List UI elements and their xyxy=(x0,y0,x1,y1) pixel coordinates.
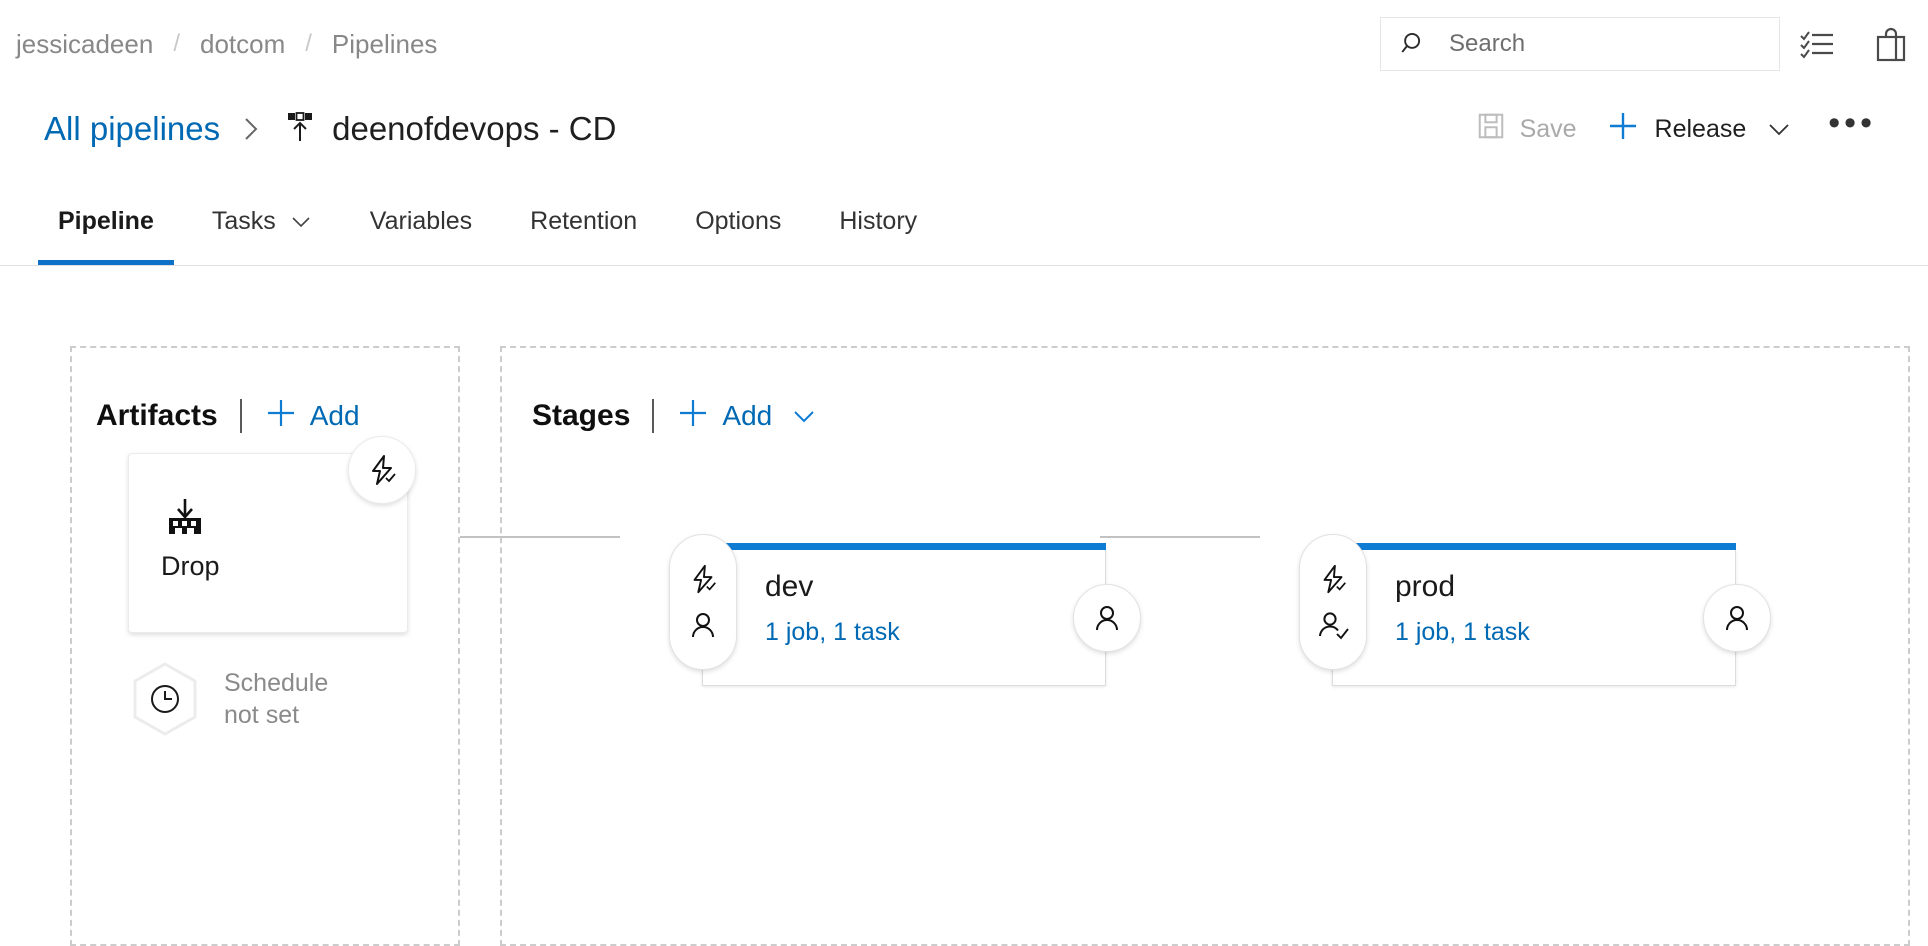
person-icon[interactable] xyxy=(687,602,719,648)
schedule-status: Schedule not set xyxy=(224,667,328,731)
page-title: deenofdevops - CD xyxy=(332,110,617,147)
artifacts-panel-header: Artifacts Add xyxy=(96,396,360,435)
pipeline-editor-canvas: Artifacts Add Drop Schedule not set Stag… xyxy=(0,266,1928,946)
tab-retention-label: Retention xyxy=(530,207,638,235)
plus-icon xyxy=(1605,108,1641,151)
continuous-deployment-trigger-icon[interactable] xyxy=(686,556,720,602)
all-pipelines-link[interactable]: All pipelines xyxy=(44,110,220,148)
stage-prod-pre-conditions[interactable] xyxy=(1299,534,1367,670)
stage-prod-post-approval[interactable] xyxy=(1703,584,1771,652)
tasks-checklist-icon[interactable] xyxy=(1780,7,1854,81)
tab-pipeline[interactable]: Pipeline xyxy=(38,178,174,265)
save-floppy-icon xyxy=(1476,111,1506,148)
plus-icon xyxy=(676,396,710,435)
breadcrumb: jessicadeen / dotcom / Pipelines xyxy=(14,29,439,60)
pipeline-header: All pipelines deenofdevops - CD Save Rel… xyxy=(0,88,1928,170)
stages-panel: Stages Add dev 1 job, 1 task prod 1 job,… xyxy=(500,346,1910,946)
tab-retention[interactable]: Retention xyxy=(510,178,657,265)
marketplace-bag-icon[interactable] xyxy=(1854,7,1928,81)
divider xyxy=(652,398,655,433)
release-label: Release xyxy=(1654,114,1747,143)
continuous-deployment-trigger-icon[interactable] xyxy=(348,436,416,504)
stage-dev-summary[interactable]: 1 job, 1 task xyxy=(765,618,900,647)
top-bar: jessicadeen / dotcom / Pipelines xyxy=(0,0,1928,88)
release-pipeline-icon xyxy=(282,110,316,148)
schedule-line-2: not set xyxy=(224,701,300,729)
breadcrumb-item-pipelines[interactable]: Pipelines xyxy=(330,29,440,60)
continuous-deployment-trigger-icon[interactable] xyxy=(1316,556,1350,602)
tab-options[interactable]: Options xyxy=(675,178,801,265)
stage-prod-summary[interactable]: 1 job, 1 task xyxy=(1395,618,1530,647)
pipeline-header-left: All pipelines deenofdevops - CD xyxy=(44,88,616,170)
stage-dev-post-approval[interactable] xyxy=(1073,584,1141,652)
create-release-button[interactable]: Release xyxy=(1591,101,1807,157)
search-box[interactable] xyxy=(1380,17,1780,71)
stage-node-dev[interactable]: dev 1 job, 1 task xyxy=(669,534,1141,686)
stage-dev-pre-conditions[interactable] xyxy=(669,534,737,670)
artifact-name: Drop xyxy=(161,551,220,581)
tab-options-label: Options xyxy=(695,207,782,235)
search-input[interactable] xyxy=(1447,29,1741,59)
tab-pipeline-label: Pipeline xyxy=(58,207,154,235)
pipeline-header-commands: Save Release ••• xyxy=(1462,88,1892,170)
stages-title: Stages xyxy=(532,398,631,432)
breadcrumb-separator: / xyxy=(173,30,180,57)
chevron-down-icon[interactable] xyxy=(290,214,312,230)
tab-variables-label: Variables xyxy=(369,207,473,235)
save-label: Save xyxy=(1519,114,1577,143)
breadcrumb-separator: / xyxy=(305,30,312,57)
chevron-down-icon[interactable] xyxy=(1766,120,1792,138)
chevron-right-icon xyxy=(240,114,262,144)
tab-variables[interactable]: Variables xyxy=(350,178,492,265)
breadcrumb-item-organization[interactable]: jessicadeen xyxy=(14,29,155,60)
artifacts-title: Artifacts xyxy=(96,398,218,432)
schedule-trigger[interactable]: Schedule not set xyxy=(130,661,328,737)
stage-node-prod[interactable]: prod 1 job, 1 task xyxy=(1299,534,1771,686)
build-artifact-icon xyxy=(163,496,207,545)
more-options-button[interactable]: ••• xyxy=(1806,104,1892,155)
schedule-line-1: Schedule xyxy=(224,669,329,697)
plus-icon xyxy=(264,396,298,435)
person-check-icon[interactable] xyxy=(1316,602,1350,648)
top-bar-right-group xyxy=(1380,0,1928,88)
pipeline-tab-bar: Pipeline Tasks Variables Retention Optio… xyxy=(0,178,1928,266)
divider xyxy=(239,398,242,433)
tab-tasks-label: Tasks xyxy=(211,207,276,235)
search-icon xyxy=(1399,29,1429,59)
clock-icon xyxy=(130,661,200,737)
stage-dev-name: dev xyxy=(765,570,814,603)
save-button[interactable]: Save xyxy=(1462,101,1591,157)
artifacts-panel: Artifacts Add xyxy=(70,346,460,946)
stage-prod-name: prod xyxy=(1395,570,1456,603)
chevron-down-icon[interactable] xyxy=(790,406,818,426)
tab-tasks[interactable]: Tasks xyxy=(192,178,332,265)
add-artifact-button[interactable]: Add xyxy=(310,400,360,432)
breadcrumb-item-project[interactable]: dotcom xyxy=(198,29,287,60)
stages-panel-header: Stages Add xyxy=(532,396,818,435)
tab-history-label: History xyxy=(839,207,918,235)
tab-history[interactable]: History xyxy=(819,178,937,265)
add-stage-button[interactable]: Add xyxy=(722,400,772,432)
